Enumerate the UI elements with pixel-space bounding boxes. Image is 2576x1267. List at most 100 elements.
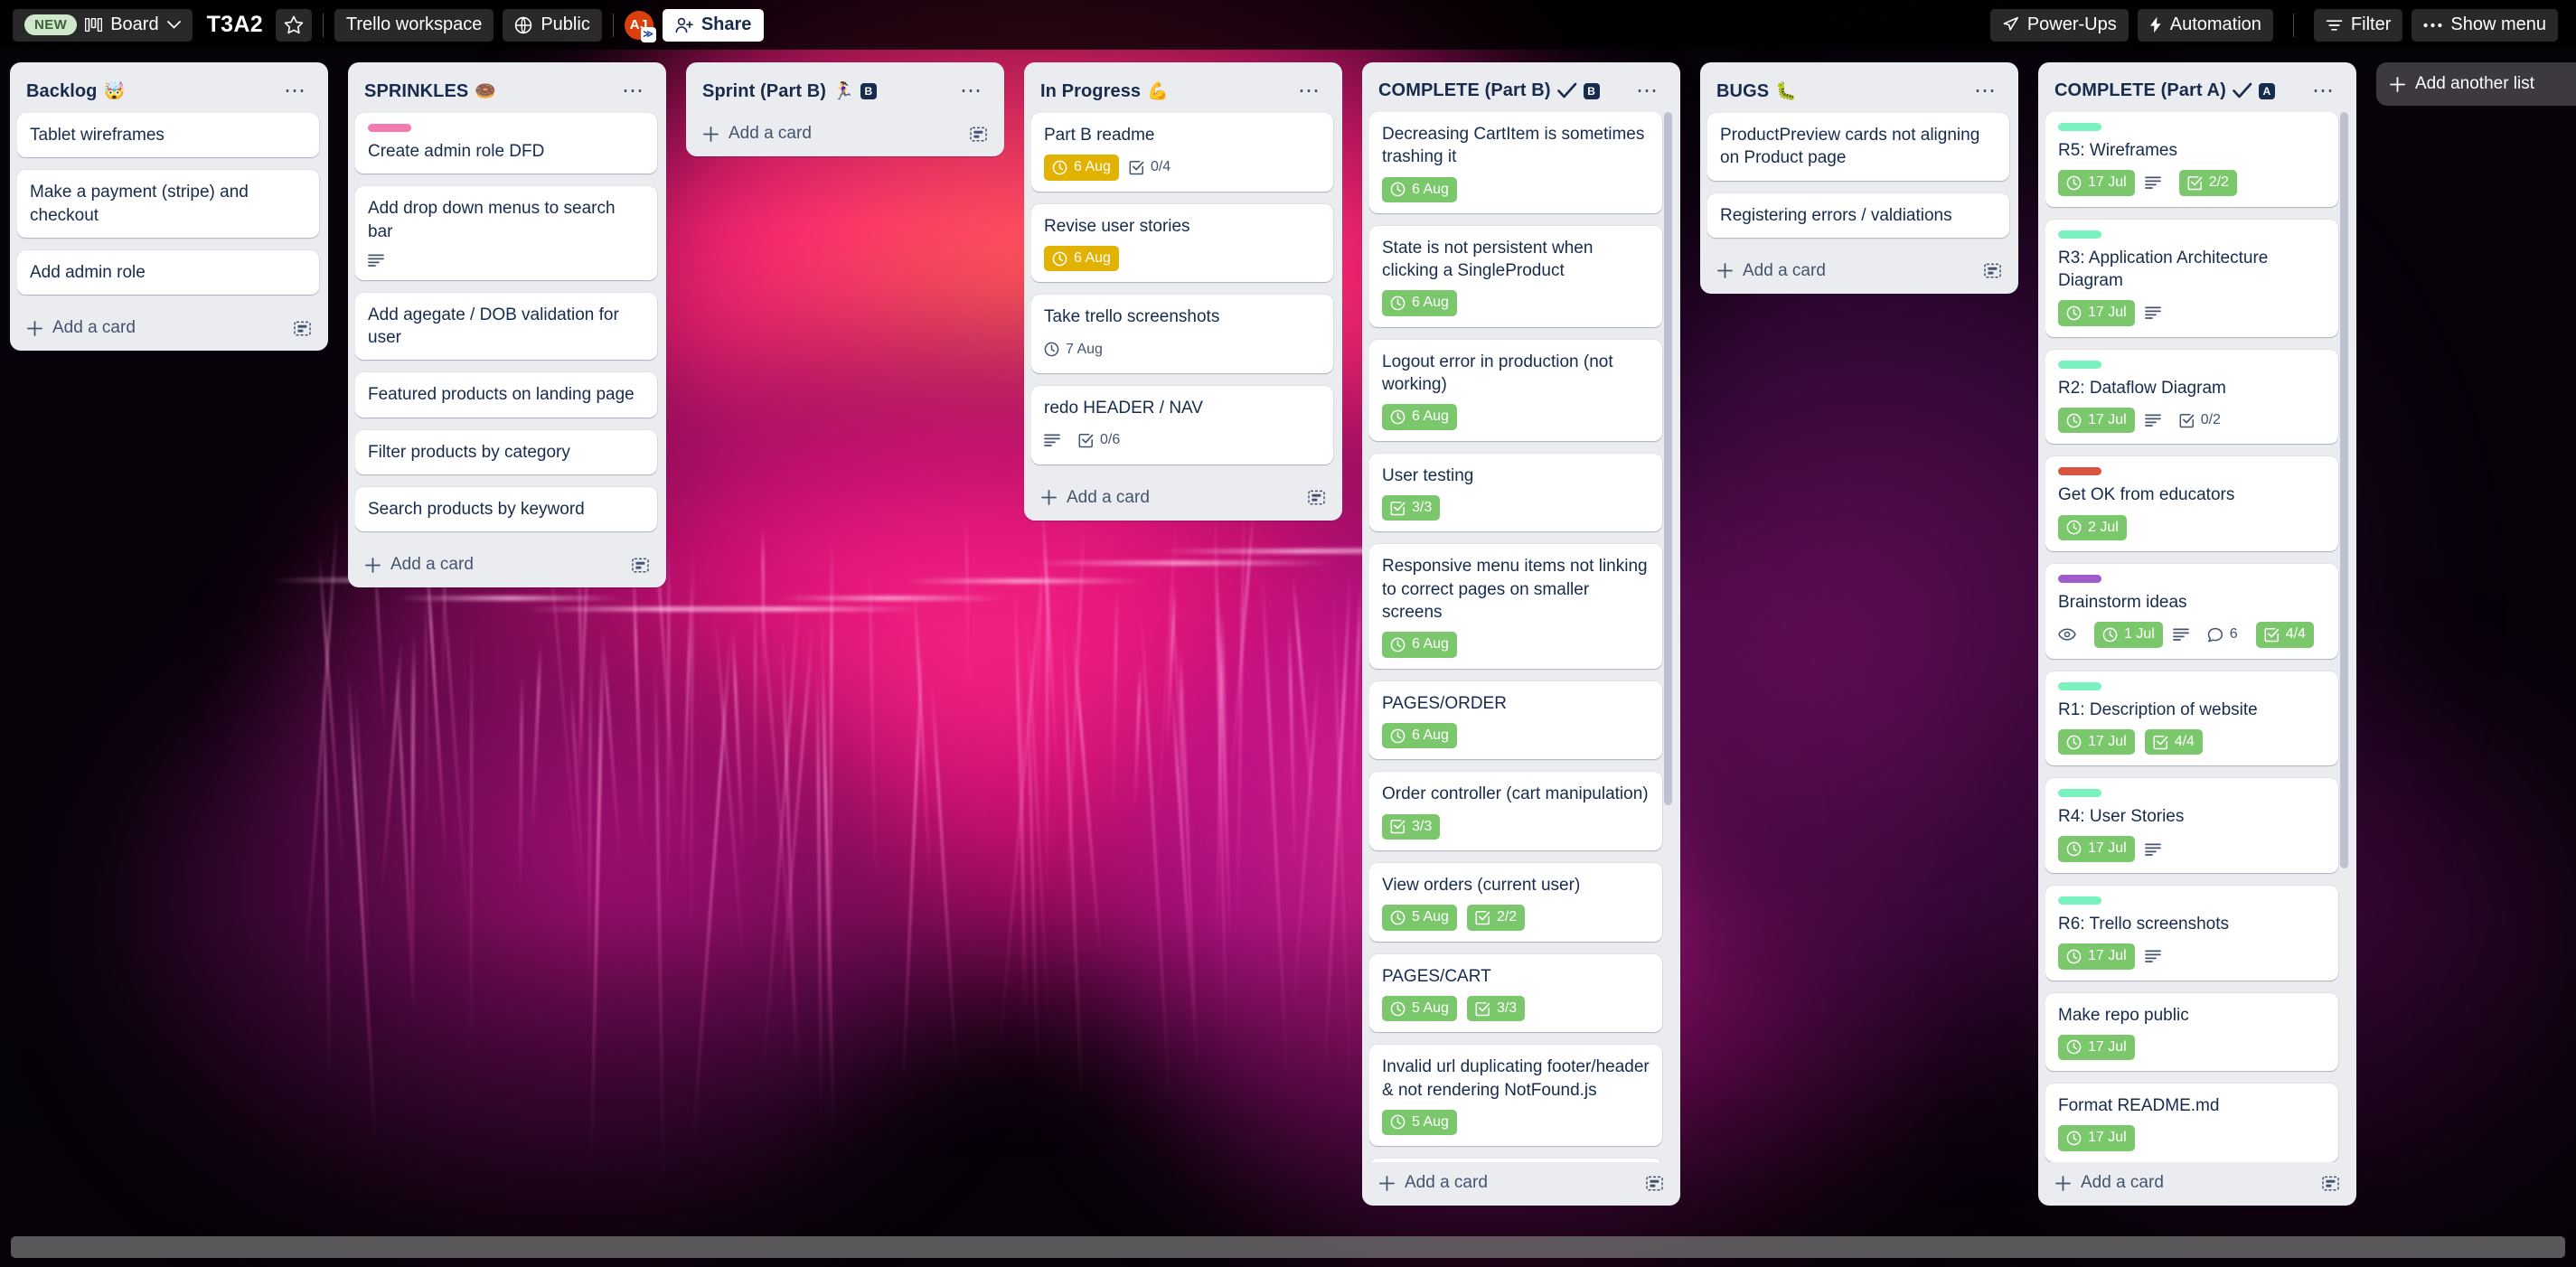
card[interactable]: PAGES/ORDER6 Aug	[1369, 681, 1662, 760]
card[interactable]: R5: Wireframes17 Jul2/2	[2045, 112, 2338, 207]
scrollbar-thumb[interactable]	[11, 1236, 2565, 1258]
card-template-icon[interactable]	[632, 557, 650, 574]
card[interactable]: View orders (current user)5 Aug2/2	[1369, 863, 1662, 942]
workspace-button[interactable]: Trello workspace	[334, 9, 494, 42]
card-due-date-badge[interactable]: 1 Jul	[2094, 622, 2163, 647]
card-due-date-badge[interactable]: 17 Jul	[2058, 836, 2135, 861]
list-title[interactable]: Sprint (Part B)🏃‍♀️B	[702, 80, 877, 102]
avatar[interactable]: AJ ≫	[625, 11, 653, 40]
card-due-date-badge[interactable]: 6 Aug	[1382, 177, 1457, 202]
list-title[interactable]: BUGS🐛	[1716, 80, 1797, 102]
card-due-date-badge[interactable]: 7 Aug	[1044, 337, 1111, 362]
list-title[interactable]: COMPLETE (Part A)A	[2054, 80, 2275, 101]
card[interactable]: R1: Description of website17 Jul4/4	[2045, 671, 2338, 766]
card-due-date-badge[interactable]: 17 Jul	[2058, 1125, 2135, 1150]
card-due-date-badge[interactable]: 6 Aug	[1044, 246, 1119, 271]
card[interactable]: R2: Dataflow Diagram17 Jul0/2	[2045, 350, 2338, 445]
add-card-button[interactable]: Add a card	[1716, 261, 1826, 281]
powerups-button[interactable]: Power-Ups	[1990, 9, 2129, 42]
card-due-date-badge[interactable]: 6 Aug	[1044, 155, 1119, 180]
card-due-date-badge[interactable]: 6 Aug	[1382, 404, 1457, 429]
card[interactable]: Create admin role DFD	[355, 113, 657, 174]
list-title[interactable]: COMPLETE (Part B)B	[1378, 80, 1600, 101]
card[interactable]: Featured products on landing page	[355, 372, 657, 417]
card[interactable]: R4: User Stories17 Jul	[2045, 778, 2338, 873]
list-actions-button[interactable]: ⋯	[1631, 85, 1664, 98]
card-due-date-badge[interactable]: 5 Aug	[1382, 905, 1457, 930]
card[interactable]: Part B readme6 Aug0/4	[1031, 113, 1333, 192]
add-card-button[interactable]: Add a card	[26, 318, 136, 338]
show-menu-button[interactable]: Show menu	[2411, 9, 2558, 42]
card-template-icon[interactable]	[1646, 1175, 1664, 1192]
add-card-button[interactable]: Add a card	[364, 555, 474, 575]
card[interactable]: Invalid url duplicating footer/header & …	[1369, 1045, 1662, 1146]
card[interactable]: Logout error in production (not working)…	[1369, 340, 1662, 441]
card-template-icon[interactable]	[294, 320, 312, 337]
list-title[interactable]: SPRINKLES🍩	[364, 80, 496, 102]
list-title[interactable]: In Progress💪	[1040, 80, 1169, 102]
card[interactable]: Format README.md17 Jul	[2045, 1084, 2338, 1162]
card-label[interactable]	[2058, 361, 2101, 369]
card-label[interactable]	[368, 124, 411, 132]
card[interactable]: Make a payment (stripe) and checkout	[17, 170, 319, 238]
list-actions-button[interactable]: ⋯	[278, 85, 312, 98]
board-switcher-button[interactable]: NEW Board	[13, 9, 193, 42]
card[interactable]: Responsive menu items not linking to cor…	[1369, 544, 1662, 668]
card[interactable]: R3: Application Architecture Diagram17 J…	[2045, 220, 2338, 337]
card-due-date-badge[interactable]: 6 Aug	[1382, 290, 1457, 315]
add-card-button[interactable]: Add a card	[2054, 1173, 2164, 1193]
list-scrollbar[interactable]	[1664, 112, 1672, 805]
card-due-date-badge[interactable]: 17 Jul	[2058, 300, 2135, 325]
list-actions-button[interactable]: ⋯	[1293, 85, 1326, 98]
card[interactable]: State is not persistent when clicking a …	[1369, 226, 1662, 327]
card[interactable]: Order controller (cart manipulation)3/3	[1369, 772, 1662, 850]
card[interactable]: Add admin role	[17, 250, 319, 295]
card[interactable]: Revise user stories6 Aug	[1031, 204, 1333, 283]
card-template-icon[interactable]	[2322, 1175, 2340, 1192]
card-label[interactable]	[2058, 789, 2101, 797]
list-title[interactable]: Backlog🤯	[26, 80, 125, 102]
card[interactable]: "No product found" on load when clicking…	[1369, 1159, 1662, 1162]
card[interactable]: Decreasing CartItem is sometimes trashin…	[1369, 112, 1662, 213]
card[interactable]: Take trello screenshots7 Aug	[1031, 295, 1333, 373]
add-card-button[interactable]: Add a card	[1378, 1173, 1488, 1193]
card-template-icon[interactable]	[1308, 489, 1326, 506]
card-due-date-badge[interactable]: 17 Jul	[2058, 1035, 2135, 1060]
card-label[interactable]	[2058, 467, 2101, 475]
board-canvas[interactable]: Backlog🤯 ⋯ Tablet wireframes Make a payment…	[0, 50, 2576, 1267]
share-button[interactable]: Share	[663, 9, 765, 42]
card-due-date-badge[interactable]: 6 Aug	[1382, 723, 1457, 748]
card-template-icon[interactable]	[1984, 262, 2002, 279]
list-actions-button[interactable]: ⋯	[954, 85, 988, 98]
card-label[interactable]	[2058, 575, 2101, 583]
card[interactable]: Tablet wireframes	[17, 113, 319, 157]
card[interactable]: Add drop down menus to search bar	[355, 186, 657, 280]
filter-button[interactable]: Filter	[2314, 9, 2402, 42]
list-actions-button[interactable]: ⋯	[1969, 85, 2002, 98]
card[interactable]: Brainstorm ideas1 Jul64/4	[2045, 564, 2338, 659]
add-another-list-button[interactable]: Add another list	[2376, 62, 2576, 106]
card-label[interactable]	[2058, 123, 2101, 131]
card-due-date-badge[interactable]: 5 Aug	[1382, 1110, 1457, 1135]
visibility-button[interactable]: Public	[503, 9, 601, 42]
card[interactable]: Registering errors / valdiations	[1707, 193, 2009, 238]
card-due-date-badge[interactable]: 17 Jul	[2058, 408, 2135, 433]
card-label[interactable]	[2058, 896, 2101, 905]
add-card-button[interactable]: Add a card	[1040, 488, 1150, 508]
card-due-date-badge[interactable]: 5 Aug	[1382, 996, 1457, 1021]
card-label[interactable]	[2058, 230, 2101, 239]
card-template-icon[interactable]	[970, 126, 988, 143]
card-due-date-badge[interactable]: 17 Jul	[2058, 729, 2135, 755]
automation-button[interactable]: Automation	[2138, 9, 2273, 42]
card[interactable]: Filter products by category	[355, 430, 657, 474]
card-due-date-badge[interactable]: 6 Aug	[1382, 632, 1457, 657]
card-due-date-badge[interactable]: 17 Jul	[2058, 170, 2135, 195]
card-label[interactable]	[2058, 682, 2101, 690]
list-actions-button[interactable]: ⋯	[616, 85, 650, 98]
list-actions-button[interactable]: ⋯	[2307, 85, 2340, 98]
board-horizontal-scrollbar[interactable]	[0, 1236, 2576, 1258]
card-due-date-badge[interactable]: 2 Jul	[2058, 515, 2127, 540]
card[interactable]: Get OK from educators2 Jul	[2045, 456, 2338, 551]
card[interactable]: R6: Trello screenshots17 Jul	[2045, 886, 2338, 981]
card[interactable]: ProductPreview cards not aligning on Pro…	[1707, 113, 2009, 181]
